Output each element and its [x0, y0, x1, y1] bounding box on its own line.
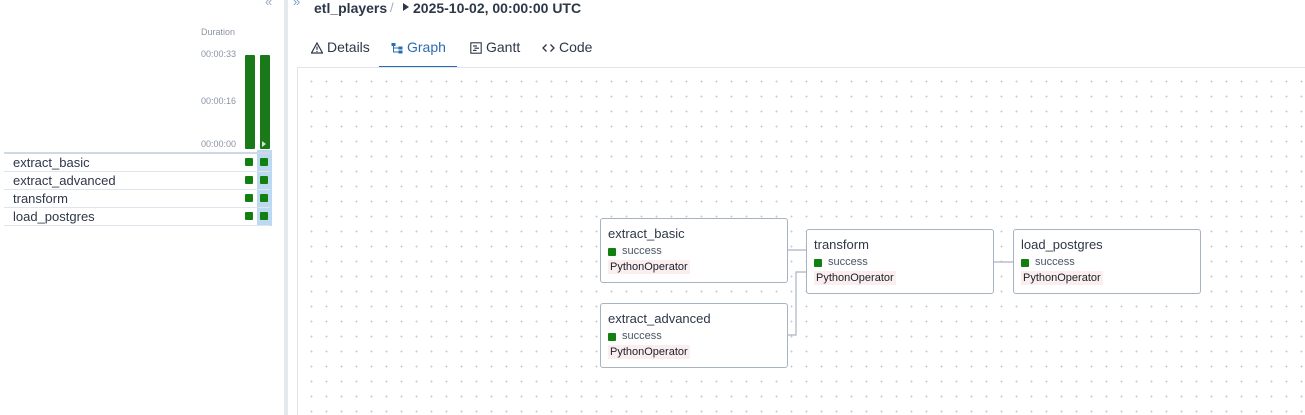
task-instance-status[interactable] [260, 194, 268, 202]
node-task-id: load_postgres [1021, 237, 1103, 252]
breadcrumb-dag-run[interactable]: 2025-10-02, 00:00:00 UTC [413, 0, 581, 16]
edge-extract-advanced-transform [787, 271, 806, 336]
state-indicator [814, 259, 822, 267]
task-row[interactable]: extract_basic [4, 152, 270, 170]
gantt-icon [470, 42, 482, 54]
duration-tick: 00:00:33 [201, 49, 237, 59]
task-name: transform [13, 191, 68, 206]
state-indicator [608, 333, 616, 341]
grid-panel: « Duration 00:00:33 00:00:16 00:00:00 ex… [0, 0, 284, 415]
graph-icon [391, 43, 403, 54]
tab-label: Gantt [486, 39, 521, 55]
state-indicator [608, 248, 616, 256]
node-operator: PythonOperator [814, 271, 896, 285]
graph-node-load-postgres[interactable]: load_postgres success PythonOperator [1013, 229, 1201, 294]
collapse-panel-icon[interactable]: « [265, 0, 272, 9]
tab-gantt[interactable]: Gantt [470, 39, 525, 68]
code-icon [542, 44, 555, 52]
expand-panel-icon[interactable]: » [293, 0, 300, 9]
node-state: success [622, 330, 662, 342]
panel-resize-handle[interactable] [284, 0, 288, 415]
node-state: success [622, 245, 662, 257]
tab-graph[interactable]: Graph [379, 39, 457, 68]
run-duration-bar[interactable] [245, 55, 255, 149]
node-task-id: extract_advanced [608, 311, 711, 326]
node-operator: PythonOperator [608, 260, 690, 274]
tab-code[interactable]: Code [542, 39, 597, 68]
run-duration-bar-selected[interactable] [260, 55, 270, 149]
node-state: success [1035, 256, 1075, 268]
task-instance-status[interactable] [245, 158, 253, 166]
graph-canvas[interactable]: extract_basic success PythonOperator ext… [297, 68, 1305, 415]
node-task-id: transform [814, 237, 869, 252]
task-row[interactable]: transform [4, 189, 270, 207]
state-indicator [1021, 259, 1029, 267]
tab-details[interactable]: Details [311, 39, 371, 68]
tab-label: Graph [407, 39, 446, 55]
task-name: extract_basic [13, 155, 90, 170]
node-state: success [828, 256, 868, 268]
tab-label: Details [327, 39, 370, 55]
duration-label: Duration [201, 27, 236, 37]
task-instance-status[interactable] [245, 212, 253, 220]
task-name: load_postgres [13, 209, 95, 224]
graph-node-transform[interactable]: transform success PythonOperator [806, 229, 994, 294]
node-operator: PythonOperator [608, 345, 690, 359]
play-icon [262, 141, 266, 147]
task-instance-status[interactable] [260, 212, 268, 220]
task-row[interactable]: load_postgres [4, 207, 270, 226]
duration-tick: 00:00:00 [201, 139, 237, 149]
task-row[interactable]: extract_advanced [4, 171, 270, 189]
duration-tick: 00:00:16 [201, 96, 237, 106]
task-instance-status[interactable] [260, 176, 268, 184]
breadcrumb-dag-id[interactable]: etl_players [314, 0, 387, 16]
warning-triangle-icon [311, 42, 323, 54]
task-instance-status[interactable] [245, 176, 253, 184]
task-name: extract_advanced [13, 173, 116, 188]
graph-node-extract-advanced[interactable]: extract_advanced success PythonOperator [600, 303, 788, 368]
dag-run-icon [403, 3, 409, 11]
breadcrumb-separator: / [390, 0, 394, 15]
task-instance-status[interactable] [260, 158, 268, 166]
node-operator: PythonOperator [1021, 271, 1103, 285]
tab-label: Code [559, 39, 593, 55]
node-task-id: extract_basic [608, 226, 685, 241]
graph-node-extract-basic[interactable]: extract_basic success PythonOperator [600, 218, 788, 283]
task-instance-status[interactable] [245, 194, 253, 202]
